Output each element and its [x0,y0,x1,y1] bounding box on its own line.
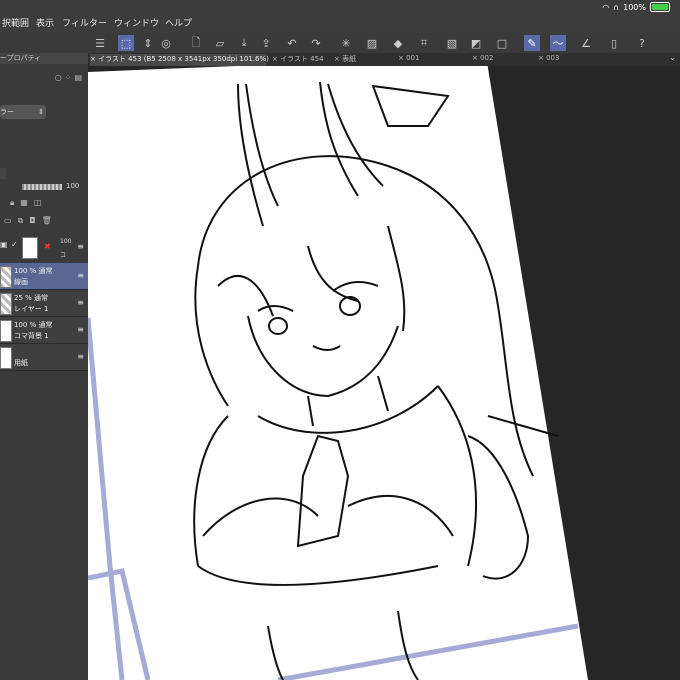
grid-icon[interactable]: ▦ [20,198,28,210]
illustration-canvas[interactable] [88,66,680,680]
layer-thumb [0,320,12,342]
trash-icon[interactable]: 🗑︎ [42,216,52,228]
menu-select[interactable]: 択範囲 [2,16,29,29]
tab[interactable]: × 001 [398,54,468,66]
tab[interactable]: × 003 [538,54,598,66]
layer-mode: 100 % 通常 [14,267,53,275]
layer-name: 用紙 [14,359,28,367]
phone-icon[interactable]: ▯ [606,35,622,51]
open-icon[interactable]: ▱ [212,35,228,51]
menu-window[interactable]: ウィンドウ [114,16,159,29]
menu-bar: 択範囲 表示 フィルター ウィンドウ ヘルプ ◠ ∩ 100% [0,0,680,33]
battery-icon [650,2,670,12]
chevron-down-icon[interactable]: ⌄ [669,53,676,62]
layer-tools-row2: ▭ ⧉ ◘ 🗑︎ [0,216,88,228]
export-icon[interactable]: ⇪ [258,35,274,51]
drag-handle-icon[interactable]: ≡ [77,325,84,334]
layer-row-folder[interactable]: ▣ ✓ ✖ 100 コ ≡ [0,234,88,265]
clear-icon[interactable]: ▨ [364,35,380,51]
tab-bar: ⌄ × イラスト 453 (B5 2508 x 3541px 350dpi 10… [88,53,680,66]
mask-x-icon: ✖ [44,242,51,251]
help-icon[interactable]: ? [634,35,650,51]
drag-handle-icon[interactable]: ≡ [77,352,84,361]
dots-icon[interactable]: ⁘ [65,73,72,89]
headphones-icon: ∩ [613,2,620,12]
layer-name: 線画 [14,278,28,286]
drag-handle-icon[interactable]: ≡ [77,271,84,280]
layer-thumb [0,293,12,315]
transform-icon[interactable]: ⬚ [118,35,134,51]
layer-mode: 100 % 通常 [14,321,53,329]
layer-row[interactable]: 100 % 通常 コマ背景 1 ≡ [0,317,88,344]
opacity-row: 100 [0,182,88,194]
frame-icon[interactable]: □ [494,35,510,51]
layer-thumb [0,266,12,288]
tab[interactable]: × イラスト 453 (B5 2508 x 3541px 350dpi 101.… [90,54,269,66]
hatch-icon[interactable]: ▧ [444,35,460,51]
chevron-updown-icon: ⇕ [38,108,44,116]
wifi-icon: ◠ [602,2,610,12]
drag-handle-icon[interactable]: ≡ [77,242,84,251]
pen-curve-icon[interactable]: 〜 [550,35,566,51]
canvas-area[interactable] [88,66,680,680]
battery-percent: 100% [623,2,646,12]
panel-title: ープロパティ [0,53,88,64]
menu-filter[interactable]: フィルター [62,16,107,29]
layer-mode: 25 % 通常 [14,294,49,302]
opacity-value[interactable]: 100 [66,182,79,190]
layer-row[interactable]: 用紙 ≡ [0,344,88,371]
folder-icon[interactable]: ▭ [4,216,12,228]
layer-row[interactable]: 25 % 通常 レイヤー 1 ≡ [0,290,88,317]
fill-icon[interactable]: ◆ [390,35,406,51]
tab[interactable]: × イラスト 454 [272,54,330,66]
mask-icon[interactable]: ◘ [29,216,35,228]
status-area: ◠ ∩ 100% [602,2,670,12]
check-icon[interactable]: ✓ [11,240,18,249]
toolbar: ☰ ⬚ ⇕ ◎ 🗋︎ ▱ ⤓ ⇪ ↶ ↷ ✳ ▨ ◆ ⌗ ▧ ◩ □ ✎ 〜 ∠ ▯? [88,33,680,53]
redo-icon[interactable]: ↷ [308,35,324,51]
pen-icon[interactable]: ✎ [524,35,540,51]
menu-view[interactable]: 表示 [36,16,54,29]
tab[interactable]: × 表紙 [334,54,394,66]
layer-name: コマ背景 1 [14,332,49,340]
tab[interactable]: × 002 [472,54,534,66]
layer-name: レイヤー 1 [14,305,49,313]
drag-handle-icon[interactable]: ≡ [77,298,84,307]
copy-icon[interactable]: ⧉ [18,216,24,228]
menu-icon[interactable]: ☰ [92,35,108,51]
property-icons: ○ ⁘ ▤ [0,73,88,89]
view-icon[interactable]: ◎ [158,35,174,51]
layer-tools-row1: 🔒︎ ▦ ◫ [0,198,88,210]
layer-thumb [0,347,12,369]
ref-icon[interactable]: ◫ [34,198,42,210]
spinner-icon[interactable]: ✳ [338,35,354,51]
color-mode-select[interactable]: ラー ⇕ [0,105,46,119]
opacity-slider[interactable] [22,184,62,190]
stepper-icon[interactable]: ⇕ [140,35,156,51]
tone-icon[interactable]: ◩ [468,35,484,51]
save-icon[interactable]: ⤓ [236,35,252,51]
new-icon[interactable]: 🗋︎ [188,35,204,51]
layers-icon[interactable]: ▤ [74,73,82,89]
layer-row[interactable]: 100 % 通常 線画 ≡ [0,263,88,290]
layer-panel-title [0,168,6,179]
ruler-icon[interactable]: ∠ [578,35,594,51]
lock-icon[interactable]: 🔒︎ [10,198,14,210]
layer-thumb [22,237,38,259]
eye-icon[interactable]: ▣ [0,240,8,249]
menu-help[interactable]: ヘルプ [165,16,192,29]
undo-icon[interactable]: ↶ [284,35,300,51]
crop-icon[interactable]: ⌗ [416,35,432,51]
circle-icon[interactable]: ○ [55,73,62,89]
